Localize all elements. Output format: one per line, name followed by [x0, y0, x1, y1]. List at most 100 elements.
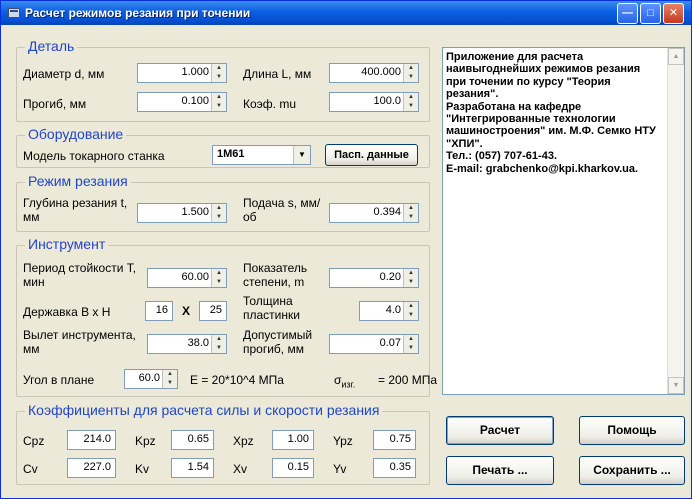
model-select[interactable]: 1М61 ▼: [212, 145, 311, 165]
angle-input[interactable]: 60.0 ▲ ▼: [124, 369, 178, 389]
holder-h-input[interactable]: 25: [199, 301, 227, 321]
spin-down-icon[interactable]: ▼: [163, 379, 177, 388]
coef-value: 1.54: [187, 461, 209, 473]
overhang-input[interactable]: 38.0 ▲ ▼: [147, 334, 227, 354]
spin-down-icon[interactable]: ▼: [212, 102, 226, 111]
coef-input[interactable]: 0.15: [272, 458, 314, 478]
calculate-button[interactable]: Расчет: [446, 416, 554, 445]
plate-input[interactable]: 4.0 ▲ ▼: [359, 301, 419, 321]
exponent-label: Показатель степени, m: [243, 261, 308, 289]
mu-label: Коэф. mu: [243, 97, 296, 111]
spin-up-icon[interactable]: ▲: [404, 335, 418, 344]
print-button[interactable]: Печать ...: [446, 456, 554, 485]
diameter-label: Диаметр d, мм: [23, 67, 105, 81]
coef-value: 227.0: [83, 461, 111, 473]
spin-down-icon[interactable]: ▼: [404, 311, 418, 320]
coef-label: Kpz: [135, 434, 156, 448]
sigma-subscript: изг.: [341, 379, 356, 390]
coef-label: Cv: [23, 462, 38, 476]
feed-label: Подача s, мм/об: [243, 196, 321, 224]
spin-down-icon[interactable]: ▼: [404, 73, 418, 82]
spin-down-icon[interactable]: ▼: [404, 213, 418, 222]
life-input[interactable]: 60.00 ▲ ▼: [147, 268, 227, 288]
coef-label: Cpz: [23, 434, 45, 448]
coef-input[interactable]: 0.75: [373, 430, 416, 450]
coef-label: Yv: [333, 462, 347, 476]
equipment-group-title: Оборудование: [25, 126, 127, 142]
spin-up-icon[interactable]: ▲: [404, 204, 418, 213]
angle-value: 60.0: [138, 372, 160, 384]
holder-label: Державка B x H: [23, 305, 111, 319]
length-input[interactable]: 400.000 ▲ ▼: [329, 63, 419, 83]
scroll-down-icon[interactable]: ▼: [668, 377, 684, 394]
spin-down-icon[interactable]: ▼: [212, 213, 226, 222]
spin-down-icon[interactable]: ▼: [404, 278, 418, 287]
exponent-input[interactable]: 0.20 ▲ ▼: [329, 268, 419, 288]
spin-down-icon[interactable]: ▼: [212, 73, 226, 82]
window-title: Расчет режимов резания при точении: [25, 6, 251, 20]
coef-input[interactable]: 214.0: [67, 430, 116, 450]
holder-b-input[interactable]: 16: [145, 301, 173, 321]
spin-down-icon[interactable]: ▼: [404, 102, 418, 111]
chevron-down-icon[interactable]: ▼: [293, 146, 310, 164]
allowed-label: Допустимый прогиб, мм: [243, 328, 313, 356]
spin-up-icon[interactable]: ▲: [404, 93, 418, 102]
length-label: Длина L, мм: [243, 67, 312, 81]
model-label: Модель токарного станка: [23, 149, 165, 163]
spin-down-icon[interactable]: ▼: [404, 344, 418, 353]
deflection-input[interactable]: 0.100 ▲ ▼: [137, 92, 227, 112]
spin-up-icon[interactable]: ▲: [404, 302, 418, 311]
holder-h-value: 25: [209, 304, 222, 316]
deflection-label: Прогиб, мм: [23, 97, 87, 111]
mu-input[interactable]: 100.0 ▲ ▼: [329, 92, 419, 112]
spin-down-icon[interactable]: ▼: [212, 344, 226, 353]
coef-input[interactable]: 0.65: [171, 430, 214, 450]
sigma-text: σизг.: [334, 373, 355, 391]
diameter-input[interactable]: 1.000 ▲ ▼: [137, 63, 227, 83]
spin-up-icon[interactable]: ▲: [404, 64, 418, 73]
save-button[interactable]: Сохранить ...: [579, 456, 685, 485]
spin-up-icon[interactable]: ▲: [404, 269, 418, 278]
spin-up-icon[interactable]: ▲: [212, 93, 226, 102]
spin-up-icon[interactable]: ▲: [212, 335, 226, 344]
model-value: 1М61: [217, 148, 245, 160]
length-value: 400.000: [361, 66, 401, 78]
coef-value: 0.65: [187, 433, 209, 445]
coef-input[interactable]: 227.0: [67, 458, 116, 478]
cutting-mode-group-title: Режим резания: [25, 173, 131, 189]
spin-down-icon[interactable]: ▼: [212, 278, 226, 287]
spin-up-icon[interactable]: ▲: [212, 64, 226, 73]
spin-up-icon[interactable]: ▲: [212, 204, 226, 213]
angle-label: Угол в плане: [23, 373, 95, 387]
holder-x-sign: X: [182, 304, 191, 318]
coef-label: Ypz: [333, 434, 353, 448]
spin-up-icon[interactable]: ▲: [212, 269, 226, 278]
info-scrollbar[interactable]: ▲ ▼: [667, 48, 684, 394]
exponent-value: 0.20: [379, 271, 401, 283]
allowed-input[interactable]: 0.07 ▲ ▼: [329, 334, 419, 354]
spin-up-icon[interactable]: ▲: [163, 370, 177, 379]
overhang-label: Вылет инструмента, мм: [23, 328, 136, 356]
minimize-button[interactable]: —: [617, 3, 638, 24]
coef-label: Xv: [233, 462, 248, 476]
info-memo[interactable]: Приложение для расчета наивыгоднейших ре…: [442, 47, 685, 395]
allowed-value: 0.07: [379, 337, 401, 349]
maximize-button[interactable]: □: [640, 3, 661, 24]
coef-value: 0.15: [287, 461, 309, 473]
help-button[interactable]: Помощь: [579, 416, 685, 445]
feed-input[interactable]: 0.394 ▲ ▼: [329, 203, 419, 223]
scroll-up-icon[interactable]: ▲: [668, 48, 684, 65]
life-value: 60.00: [181, 271, 209, 283]
coef-value: 1.00: [287, 433, 309, 445]
title-bar[interactable]: Расчет режимов резания при точении — □ ✕: [1, 1, 691, 25]
coef-input[interactable]: 0.35: [373, 458, 416, 478]
app-icon: [8, 8, 20, 18]
coef-input[interactable]: 1.00: [272, 430, 314, 450]
mu-value: 100.0: [373, 95, 401, 107]
depth-input[interactable]: 1.500 ▲ ▼: [137, 203, 227, 223]
close-button[interactable]: ✕: [663, 3, 684, 24]
passport-button[interactable]: Пасп. данные: [325, 144, 418, 166]
coef-label: Xpz: [233, 434, 254, 448]
tool-group-title: Инструмент: [25, 236, 109, 252]
coef-input[interactable]: 1.54: [171, 458, 214, 478]
